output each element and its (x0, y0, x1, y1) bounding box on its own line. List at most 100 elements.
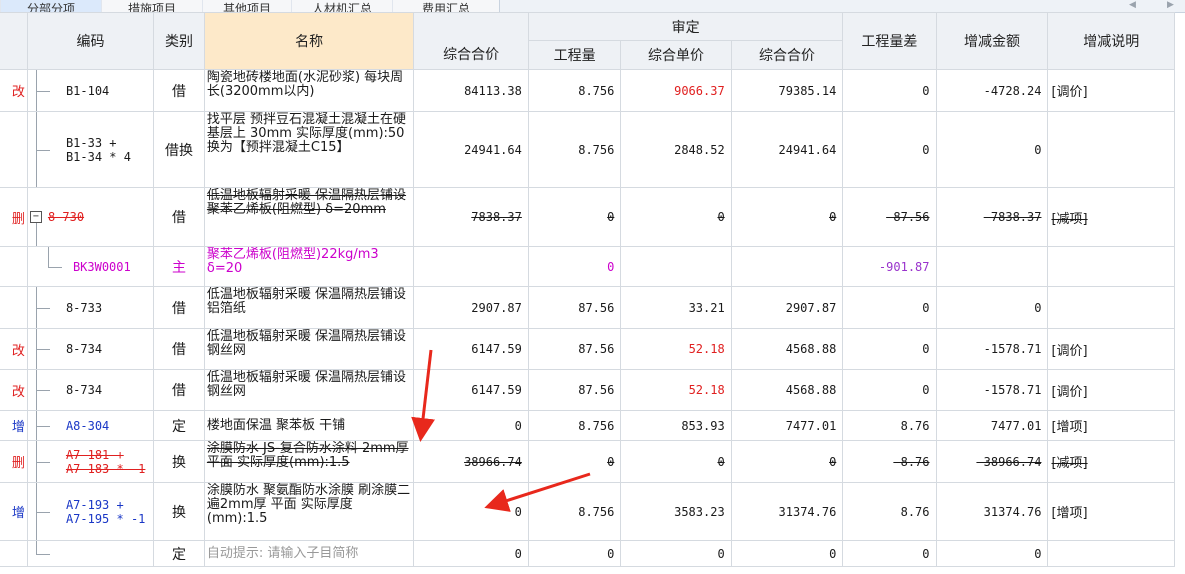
amount-diff-cell[interactable]: 7477.01 (935, 410, 1049, 441)
minus-box-icon[interactable]: − (29, 211, 42, 223)
code-cell[interactable]: B1-33 + B1-34 * 4 (26, 111, 155, 188)
code-cell[interactable]: 8-734 (26, 369, 155, 411)
qty-diff-cell[interactable]: -901.87 (842, 246, 937, 287)
amount-diff-cell[interactable]: 31374.76 (935, 482, 1049, 541)
code-cell[interactable]: A7-193 + A7-195 * -1 (26, 482, 155, 541)
name-cell[interactable]: 低温地板辐射采暖 保温隔热层铺设 钢丝网 (203, 369, 415, 411)
unit-price-cell[interactable]: 0 (620, 187, 732, 247)
review-total-cell[interactable]: 0 (730, 187, 844, 247)
note-cell[interactable]: [调价] (1047, 369, 1175, 411)
code-cell[interactable]: A8-304 (26, 410, 155, 441)
code-cell[interactable]: −8-730 (26, 187, 155, 247)
note-header[interactable]: 增减说明 (1047, 12, 1175, 70)
unit-price-cell[interactable]: 52.18 (620, 369, 732, 411)
code-header[interactable]: 编码 (26, 12, 155, 70)
category-cell[interactable]: 借 (153, 286, 205, 329)
sent-total-cell[interactable]: 2907.87 (413, 286, 529, 329)
unit-price-cell[interactable]: 33.21 (620, 286, 732, 329)
qty-cell[interactable]: 87.56 (527, 369, 622, 411)
qty-cell[interactable]: 8.756 (527, 111, 622, 188)
sent-total-cell[interactable]: 0 (413, 410, 529, 441)
name-header[interactable]: 名称 (203, 12, 415, 70)
qty-cell[interactable]: 0 (527, 246, 622, 287)
qty-diff-cell[interactable]: -87.56 (842, 187, 937, 247)
name-input-hint[interactable]: 自动提示: 请输入子目简称 (203, 540, 415, 567)
qty-header[interactable]: 工程量 (527, 40, 622, 70)
note-cell[interactable] (1047, 246, 1175, 287)
review-total-cell[interactable]: 7477.01 (730, 410, 844, 441)
table-row[interactable]: 改 B1-104 借 陶瓷地砖楼地面(水泥砂浆) 每块周长(3200mm以内) … (0, 69, 1175, 112)
qty-diff-cell[interactable]: 8.76 (842, 410, 937, 441)
note-cell[interactable]: [减项] (1047, 187, 1175, 247)
name-cell[interactable]: 低温地板辐射采暖 保温隔热层铺设 聚苯乙烯板(阻燃型) δ=20mm (203, 187, 415, 247)
name-cell[interactable]: 找平层 预拌豆石混凝土混凝土在硬基层上 30mm 实际厚度(mm):50 换为【… (203, 111, 415, 188)
tab-rencaiji[interactable]: 人材机汇总 (291, 0, 393, 12)
table-row[interactable]: B1-33 + B1-34 * 4 借换 找平层 预拌豆石混凝土混凝土在硬基层上… (0, 111, 1175, 188)
note-cell[interactable] (1047, 111, 1175, 188)
review-total-cell[interactable]: 0 (730, 440, 844, 483)
unit-price-cell[interactable]: 9066.37 (620, 69, 732, 112)
name-cell[interactable]: 陶瓷地砖楼地面(水泥砂浆) 每块周长(3200mm以内) (203, 69, 415, 112)
review-total-cell[interactable]: 4568.88 (730, 328, 844, 370)
tab-fenbu[interactable]: 分部分项 (0, 0, 102, 12)
table-row[interactable]: 删 −8-730 借 低温地板辐射采暖 保温隔热层铺设 聚苯乙烯板(阻燃型) δ… (0, 187, 1175, 247)
unit-price-header[interactable]: 综合单价 (620, 40, 732, 70)
sent-total-cell[interactable]: 0 (413, 482, 529, 541)
sent-total-cell[interactable] (413, 246, 529, 287)
amount-diff-header[interactable]: 增减金额 (935, 12, 1049, 70)
note-cell[interactable]: [增项] (1047, 482, 1175, 541)
qty-cell[interactable]: 87.56 (527, 328, 622, 370)
code-cell[interactable]: BK3W0001 (26, 246, 155, 287)
qty-cell[interactable]: 0 (527, 440, 622, 483)
category-cell[interactable]: 借 (153, 187, 205, 247)
unit-price-cell[interactable]: 853.93 (620, 410, 732, 441)
amount-diff-cell[interactable]: -4728.24 (935, 69, 1049, 112)
qty-diff-cell[interactable]: 0 (842, 540, 937, 567)
note-cell[interactable] (1047, 286, 1175, 329)
qty-diff-cell[interactable]: 0 (842, 111, 937, 188)
qty-cell[interactable]: 8.756 (527, 482, 622, 541)
tab-cuoshi[interactable]: 措施项目 (101, 0, 203, 12)
sent-total-cell[interactable]: 6147.59 (413, 328, 529, 370)
review-total-cell[interactable]: 24941.64 (730, 111, 844, 188)
table-row[interactable]: 删 A7-181 + A7-183 * -1 换 涂膜防水 JS-复合防水涂料 … (0, 440, 1175, 483)
note-cell[interactable]: [调价] (1047, 69, 1175, 112)
category-cell[interactable]: 换 (153, 482, 205, 541)
table-row[interactable]: 增 A7-193 + A7-195 * -1 换 涂膜防水 聚氨酯防水涂膜 刷涂… (0, 482, 1175, 541)
category-cell[interactable]: 定 (153, 410, 205, 441)
review-total-cell[interactable]: 4568.88 (730, 369, 844, 411)
qty-diff-cell[interactable]: 0 (842, 69, 937, 112)
name-cell[interactable]: 涂膜防水 JS-复合防水涂料 2mm厚 平面 实际厚度(mm):1.5 (203, 440, 415, 483)
sent-total-cell[interactable]: 7838.37 (413, 187, 529, 247)
name-cell[interactable]: 涂膜防水 聚氨酯防水涂膜 刷涂膜二遍2mm厚 平面 实际厚度(mm):1.5 (203, 482, 415, 541)
qty-diff-cell[interactable]: 0 (842, 369, 937, 411)
qty-diff-cell[interactable]: 8.76 (842, 482, 937, 541)
amount-diff-cell[interactable]: -1578.71 (935, 328, 1049, 370)
table-row[interactable]: 增 A8-304 定 楼地面保温 聚苯板 干铺 0 8.756 853.93 7… (0, 410, 1175, 441)
sent-total-cell[interactable]: 6147.59 (413, 369, 529, 411)
qty-cell[interactable]: 8.756 (527, 410, 622, 441)
amount-diff-cell[interactable]: 0 (935, 286, 1049, 329)
qty-cell[interactable]: 0 (527, 540, 622, 567)
sent-total-cell[interactable]: 38966.74 (413, 440, 529, 483)
amount-diff-cell[interactable]: -38966.74 (935, 440, 1049, 483)
category-header[interactable]: 类别 (153, 12, 205, 70)
category-cell[interactable]: 借 (153, 369, 205, 411)
sent-total-cell[interactable]: 0 (413, 540, 529, 567)
category-cell[interactable]: 主 (153, 246, 205, 287)
table-row[interactable]: 8-733 借 低温地板辐射采暖 保温隔热层铺设 铝箔纸 2907.87 87.… (0, 286, 1175, 329)
note-cell[interactable]: [减项] (1047, 440, 1175, 483)
tab-qita[interactable]: 其他项目 (202, 0, 292, 12)
tab-feiyong[interactable]: 费用汇总 (392, 0, 500, 12)
qty-diff-cell[interactable]: 0 (842, 328, 937, 370)
triangle-right-icon[interactable]: ▶ (1167, 0, 1174, 10)
amount-diff-cell[interactable] (935, 246, 1049, 287)
qty-cell[interactable]: 8.756 (527, 69, 622, 112)
review-total-cell[interactable]: 0 (730, 540, 844, 567)
table-row[interactable]: BK3W0001 主 聚苯乙烯板(阻燃型)22kg/m3 δ=20 0 -901… (0, 246, 1175, 287)
category-cell[interactable]: 换 (153, 440, 205, 483)
note-cell[interactable]: [调价] (1047, 328, 1175, 370)
unit-price-cell[interactable]: 3583.23 (620, 482, 732, 541)
amount-diff-cell[interactable]: 0 (935, 540, 1049, 567)
amount-diff-cell[interactable]: -7838.37 (935, 187, 1049, 247)
